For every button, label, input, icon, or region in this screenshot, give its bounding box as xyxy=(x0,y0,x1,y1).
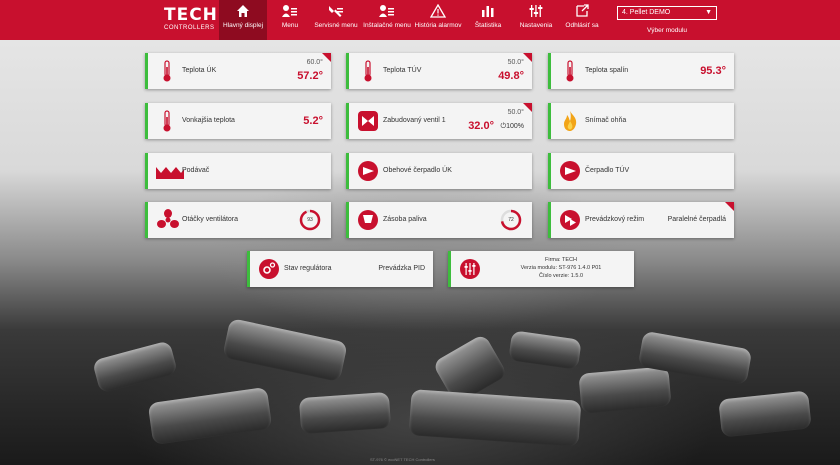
valve-icon xyxy=(357,109,379,133)
tile-label: Prevádzkový režim xyxy=(585,216,645,223)
nav-main-display[interactable]: Hlavný displej xyxy=(219,0,267,40)
tile-setpoint: 50.0° xyxy=(507,59,524,66)
tile-info[interactable]: Firma: TECH Verzia modulu: ST-976 1.4.0 … xyxy=(448,251,634,287)
info-module-version: Verzia modulu: ST-976 1.4.0 P01 xyxy=(520,265,602,271)
tile-label: Vonkajšia teplota xyxy=(182,117,235,124)
tile-snimac-ohna[interactable]: Snímač ohňa xyxy=(548,103,734,139)
tile-label: Zabudovaný ventil 1 xyxy=(383,117,446,124)
module-select-label: Výber modulu xyxy=(646,27,688,34)
mode-icon xyxy=(559,208,581,232)
module-info-text: Firma: TECH Verzia modulu: ST-976 1.4.0 … xyxy=(491,256,631,280)
nav-menu[interactable]: Menu xyxy=(276,0,304,40)
tile-label: Zásoba paliva xyxy=(383,216,427,223)
tile-cerpadlo-tuv[interactable]: Čerpadlo TÚV xyxy=(548,153,734,189)
tile-label: Snímač ohňa xyxy=(585,117,627,124)
tile-teplota-uk[interactable]: Teplota ÚK 60.0° 57.2° xyxy=(145,53,331,89)
fan-icon xyxy=(156,208,179,232)
tile-otacky-ventilatora[interactable]: Otáčky ventilátora 93 xyxy=(145,202,331,238)
tile-prevadzkovy-rezim[interactable]: Prevádzkový režim Paralelné čerpadlá xyxy=(548,202,734,238)
nav-service-menu[interactable]: Servisné menu xyxy=(312,0,360,40)
tile-stav-regulatora[interactable]: Stav regulátora Prevádzka PID xyxy=(247,251,433,287)
tile-corner-marker xyxy=(523,53,532,62)
tile-setpoint: 60.0° xyxy=(306,59,323,66)
tile-value: 5.2° xyxy=(303,115,323,127)
tile-label: Čerpadlo TÚV xyxy=(585,167,630,174)
flame-icon xyxy=(559,109,581,133)
valve-opening-percent: ⏻100% xyxy=(500,123,524,130)
fan-speed-gauge: 93 xyxy=(299,209,321,231)
tile-value: 95.3° xyxy=(700,65,726,77)
nav-label: História alarmov xyxy=(414,22,462,29)
tile-obehove-cerpadlo-uk[interactable]: Obehové čerpadlo ÚK xyxy=(346,153,532,189)
tile-value: Prevádzka PID xyxy=(378,265,425,272)
tile-teplota-spalin[interactable]: Teplota spalín 95.3° xyxy=(548,53,734,89)
tile-label: Otáčky ventilátora xyxy=(182,216,239,223)
thermometer-icon xyxy=(156,59,178,83)
tile-corner-marker xyxy=(725,202,734,211)
module-select[interactable]: 4. Pellet DEMO ▼ xyxy=(617,6,717,20)
feeder-icon xyxy=(156,159,184,183)
tile-value: Paralelné čerpadlá xyxy=(667,216,726,223)
tile-setpoint: 50.0° xyxy=(507,109,524,116)
install-user-icon xyxy=(361,0,413,22)
pump-icon xyxy=(357,159,379,183)
tech-logo: TECH CONTROLLERS xyxy=(164,7,220,35)
module-select-value: 4. Pellet DEMO xyxy=(622,9,671,16)
info-company: Firma: TECH xyxy=(545,257,577,263)
tile-value: 49.8° xyxy=(498,70,524,82)
tile-corner-marker xyxy=(322,53,331,62)
tile-zasoba-paliva[interactable]: Zásoba paliva 72 xyxy=(346,202,532,238)
tile-value: 57.2° xyxy=(297,70,323,82)
tile-value: 32.0° xyxy=(468,120,494,132)
info-version-number: Číslo verzie: 1.5.0 xyxy=(538,273,584,279)
gears-icon xyxy=(258,257,280,281)
nav-alarm-history[interactable]: História alarmov xyxy=(413,0,463,40)
nav-settings[interactable]: Nastavenia xyxy=(518,0,554,40)
fuel-level-gauge: 72 xyxy=(500,209,522,231)
tools-icon xyxy=(312,0,360,22)
home-icon xyxy=(219,0,267,22)
gauge-text: 93 xyxy=(307,217,313,223)
gauge-text: 72 xyxy=(508,217,514,223)
bar-chart-icon xyxy=(473,0,503,22)
tile-corner-marker xyxy=(523,103,532,112)
sliders-icon xyxy=(459,257,481,281)
tile-podavac[interactable]: Podávač xyxy=(145,153,331,189)
thermometer-icon xyxy=(559,59,581,83)
footer-text: ST-976 © ecoNET TECH Controllers xyxy=(370,457,435,462)
thermometer-icon xyxy=(156,109,178,133)
tile-label: Podávač xyxy=(182,167,210,174)
tile-label: Obehové čerpadlo ÚK xyxy=(383,167,452,174)
tile-label: Teplota spalín xyxy=(585,67,629,74)
tile-label: Teplota TÚV xyxy=(383,67,422,74)
nav-label: Štatistika xyxy=(474,22,502,29)
logo-text: TECH xyxy=(164,5,218,25)
nav-label: Hlavný displej xyxy=(222,22,264,29)
logout-icon xyxy=(564,0,600,22)
warning-icon xyxy=(413,0,463,22)
nav-label: Servisné menu xyxy=(314,22,358,29)
tile-label: Stav regulátora xyxy=(284,265,332,272)
nav-label: Menu xyxy=(281,22,299,29)
fuel-hopper-icon xyxy=(357,208,379,232)
nav-logout[interactable]: Odhlásiť sa xyxy=(564,0,600,40)
pump-icon xyxy=(559,159,581,183)
nav-label: Odhlásiť sa xyxy=(565,22,599,29)
tile-label: Teplota ÚK xyxy=(182,67,217,74)
tile-teplota-tuv[interactable]: Teplota TÚV 50.0° 49.8° xyxy=(346,53,532,89)
sliders-icon xyxy=(518,0,554,22)
nav-statistics[interactable]: Štatistika xyxy=(473,0,503,40)
nav-install-menu[interactable]: Inštalačné menu xyxy=(361,0,413,40)
thermometer-icon xyxy=(357,59,379,83)
tile-zabudovany-ventil[interactable]: Zabudovaný ventil 1 50.0° 32.0° ⏻100% xyxy=(346,103,532,139)
logo-subtext: CONTROLLERS xyxy=(164,25,215,31)
nav-label: Inštalačné menu xyxy=(363,22,411,29)
top-navigation-bar: TECH CONTROLLERS Hlavný displej Menu Ser… xyxy=(0,0,840,40)
menu-user-icon xyxy=(276,0,304,22)
nav-label: Nastavenia xyxy=(519,22,553,29)
chevron-down-icon: ▼ xyxy=(705,9,712,16)
tile-vonkajsia-teplota[interactable]: Vonkajšia teplota 5.2° xyxy=(145,103,331,139)
